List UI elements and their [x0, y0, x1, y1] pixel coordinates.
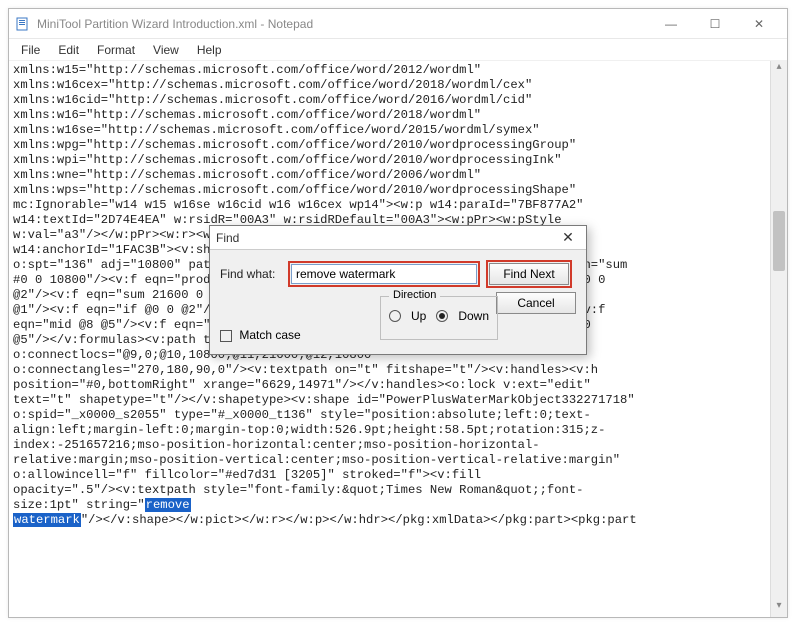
radio-up-label: Up — [411, 309, 426, 323]
app-icon — [15, 16, 31, 32]
direction-legend: Direction — [389, 289, 440, 301]
selection-highlight-2: watermark — [13, 513, 81, 527]
window-title: MiniTool Partition Wizard Introduction.x… — [37, 17, 649, 31]
notepad-window: MiniTool Partition Wizard Introduction.x… — [8, 8, 788, 618]
minimize-button[interactable]: — — [649, 9, 693, 39]
match-case-label: Match case — [239, 328, 300, 342]
titlebar: MiniTool Partition Wizard Introduction.x… — [9, 9, 787, 39]
find-dialog-titlebar: Find ✕ — [210, 226, 586, 250]
scroll-up-arrow[interactable]: ▴ — [771, 61, 787, 78]
find-dialog-title: Find — [216, 231, 556, 245]
find-next-button[interactable]: Find Next — [489, 263, 569, 285]
radio-up[interactable] — [389, 310, 401, 322]
direction-group: Direction Up Down — [380, 296, 498, 340]
menu-format[interactable]: Format — [89, 41, 143, 59]
find-what-input[interactable] — [291, 264, 477, 284]
find-dialog: Find ✕ Find what: Find Next Cancel Direc… — [209, 225, 587, 355]
menu-edit[interactable]: Edit — [50, 41, 87, 59]
find-input-highlight — [288, 261, 480, 287]
maximize-button[interactable]: ☐ — [693, 9, 737, 39]
editor-text-post: "/></v:shape></w:pict></w:r></w:p></w:hd… — [81, 513, 637, 527]
scroll-down-arrow[interactable]: ▾ — [771, 600, 787, 617]
find-dialog-body: Find what: Find Next Cancel Direction Up… — [210, 250, 586, 298]
window-controls: — ☐ ✕ — [649, 9, 781, 39]
scroll-thumb[interactable] — [773, 211, 785, 271]
match-case-checkbox[interactable] — [220, 330, 232, 342]
find-close-button[interactable]: ✕ — [556, 229, 580, 246]
menubar: File Edit Format View Help — [9, 39, 787, 61]
vertical-scrollbar[interactable]: ▴ ▾ — [770, 61, 787, 617]
menu-help[interactable]: Help — [189, 41, 230, 59]
find-what-label: Find what: — [220, 267, 282, 281]
cancel-button[interactable]: Cancel — [496, 292, 576, 314]
menu-file[interactable]: File — [13, 41, 48, 59]
close-button[interactable]: ✕ — [737, 9, 781, 39]
menu-view[interactable]: View — [145, 41, 187, 59]
radio-down[interactable] — [436, 310, 448, 322]
radio-down-label: Down — [458, 309, 489, 323]
find-next-highlight: Find Next — [486, 260, 572, 288]
match-case-row: Match case — [220, 328, 301, 342]
selection-highlight-1: remove — [145, 498, 191, 512]
